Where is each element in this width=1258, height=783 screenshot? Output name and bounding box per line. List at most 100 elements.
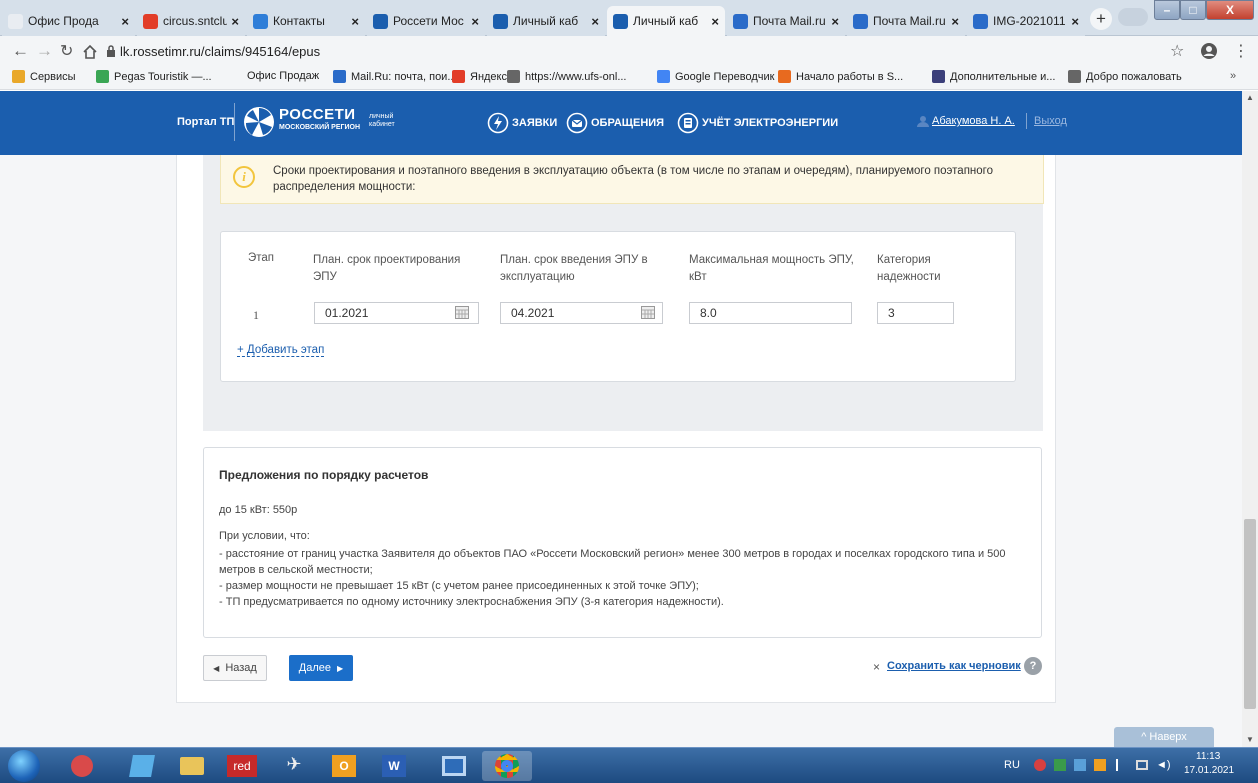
red-app-icon[interactable]: red [220,751,264,781]
browser-tab[interactable]: Офис Прода × [2,6,135,36]
tray-update-icon[interactable] [1074,759,1086,771]
user-name-link[interactable]: Абакумова Н. А. [932,115,1015,127]
column-header-commission-term: План. срок введения ЭПУ в эксплуатацию [500,254,648,283]
browser-tab[interactable]: Россети Мос × [367,6,485,36]
browser-tab[interactable]: Личный каб × [607,6,725,36]
minimize-button[interactable]: – [1154,0,1180,20]
maximize-button[interactable]: □ [1180,0,1206,20]
brand-title: РОССЕТИ [279,106,356,123]
language-indicator[interactable]: RU [1004,759,1020,771]
page-scrollbar[interactable]: ▲ ▼ [1242,91,1258,747]
close-tab-icon[interactable]: × [121,14,129,29]
close-tab-icon[interactable]: × [471,14,479,29]
logout-link[interactable]: Выход [1034,115,1067,127]
cabinet-label-2: кабинет [369,121,395,128]
browser-tab[interactable]: Почта Mail.ru × [847,6,965,36]
reliability-category-input[interactable] [877,302,954,324]
bookmark-favicon-icon [96,70,109,83]
clock-date[interactable]: 17.01.2021 [1184,765,1234,776]
tab-title: Почта Mail.ru [873,14,946,28]
browser-tab[interactable]: Почта Mail.ru × [727,6,845,36]
commission-term-input[interactable] [500,302,663,324]
menu-dots-icon[interactable]: ⋮ [1233,41,1249,61]
back-arrow-icon[interactable]: ← [12,41,29,61]
notes-app-icon[interactable] [120,751,164,781]
calendar-icon[interactable] [641,306,655,319]
bookmark-item[interactable]: Google Переводчик [657,70,775,83]
max-power-input[interactable] [689,302,852,324]
tray-display-icon[interactable] [1136,760,1148,770]
bookmark-item[interactable]: Яндекс [452,70,507,83]
tab-title: Офис Прода [28,14,99,28]
close-tab-icon[interactable]: × [831,14,839,29]
airplane-app-icon[interactable]: ✈ [272,751,316,781]
tray-network-icon[interactable] [1054,759,1066,771]
bookmarks-bar: Сервисы Pegas Touristik —... Офис Продаж Ma… [0,66,1258,90]
chrome-icon[interactable] [482,751,532,781]
tray-outlook-icon[interactable] [1094,759,1106,771]
word-icon[interactable]: W [372,751,416,781]
tab-title: Личный каб [513,14,579,28]
account-icon[interactable] [1200,42,1218,60]
help-icon[interactable]: ? [1024,657,1042,675]
mail-icon [973,13,988,29]
browser-tab[interactable]: IMG-2021011 × [967,6,1085,36]
add-stage-link[interactable]: + Добавить этап [237,344,325,357]
bookmark-item[interactable]: Начало работы в S... [778,70,903,83]
bookmark-favicon-icon [452,70,465,83]
next-button[interactable]: Далее ▶ [289,655,353,681]
browser-tab[interactable]: circus.sntclub× [137,6,245,36]
bookmark-item[interactable]: Mail.Ru: почта, пои... [333,70,457,83]
bookmark-item[interactable]: Сервисы [12,70,76,83]
explorer-icon[interactable] [170,751,214,781]
close-tab-icon[interactable]: × [591,14,599,29]
scroll-to-top-button[interactable]: ^ Наверх [1114,727,1214,747]
tray-flag-icon[interactable] [1116,759,1126,771]
bookmark-label: Добро пожаловать [1086,70,1182,83]
more-bookmarks-icon[interactable]: » [1230,70,1236,82]
scrollbar-thumb[interactable] [1244,519,1256,709]
nav-energy-accounting[interactable]: УЧЁТ ЭЛЕКТРОЭНЕРГИИ [702,117,838,129]
tab-title: IMG-2021011 [993,14,1066,28]
calendar-icon[interactable] [455,306,469,319]
url-text[interactable]: lk.rossetimr.ru/claims/945164/epus [120,44,320,59]
home-icon[interactable] [82,44,98,59]
user-divider [1026,113,1027,129]
window-app-icon[interactable] [432,751,476,781]
close-tab-icon[interactable]: × [231,14,239,29]
column-header-max-power: Максимальная мощность ЭПУ, кВт [689,254,854,283]
start-button[interactable] [8,750,40,782]
bookmark-item[interactable]: Добро пожаловать [1068,70,1182,83]
close-tab-icon[interactable]: × [1071,14,1079,29]
new-tab-button[interactable]: + [1090,8,1112,30]
scroll-up-arrow-icon[interactable]: ▲ [1246,93,1254,102]
outlook-icon[interactable]: O [322,751,366,781]
close-window-button[interactable]: X [1206,0,1254,20]
bookmark-item[interactable]: Офис Продаж [247,70,319,82]
nav-claims[interactable]: ЗАЯВКИ [512,117,557,129]
browser-tab[interactable]: Контакты × [247,6,365,36]
bookmark-star-icon[interactable]: ☆ [1170,41,1184,61]
tray-app-icon[interactable] [1034,759,1046,771]
proposal-conditions-title: При условии, что: [219,530,310,542]
portal-link[interactable]: Портал ТП [177,116,234,128]
profile-pill[interactable] [1118,8,1148,26]
browser-tab[interactable]: Личный каб × [487,6,605,36]
scroll-down-arrow-icon[interactable]: ▼ [1246,735,1254,744]
bookmark-item[interactable]: https://www.ufs-onl... [507,70,626,83]
nav-appeals[interactable]: ОБРАЩЕНИЯ [591,117,664,129]
close-tab-icon[interactable]: × [951,14,959,29]
reload-icon[interactable]: ↻ [60,41,73,61]
info-icon: i [233,166,255,188]
close-tab-icon[interactable]: × [711,14,719,29]
bookmark-item[interactable]: Pegas Touristik —... [96,70,212,83]
close-tab-icon[interactable]: × [351,14,359,29]
back-button[interactable]: ◀ Назад [203,655,267,681]
volume-icon[interactable]: ◄) [1156,759,1171,771]
clock-time[interactable]: 11:13 [1196,751,1220,762]
bookmark-item[interactable]: Дополнительные и... [932,70,1055,83]
lock-icon[interactable] [106,44,116,57]
forward-arrow-icon[interactable]: → [36,41,53,61]
snipping-tool-icon[interactable] [60,751,104,781]
save-draft-link[interactable]: Сохранить как черновик [887,660,1021,672]
